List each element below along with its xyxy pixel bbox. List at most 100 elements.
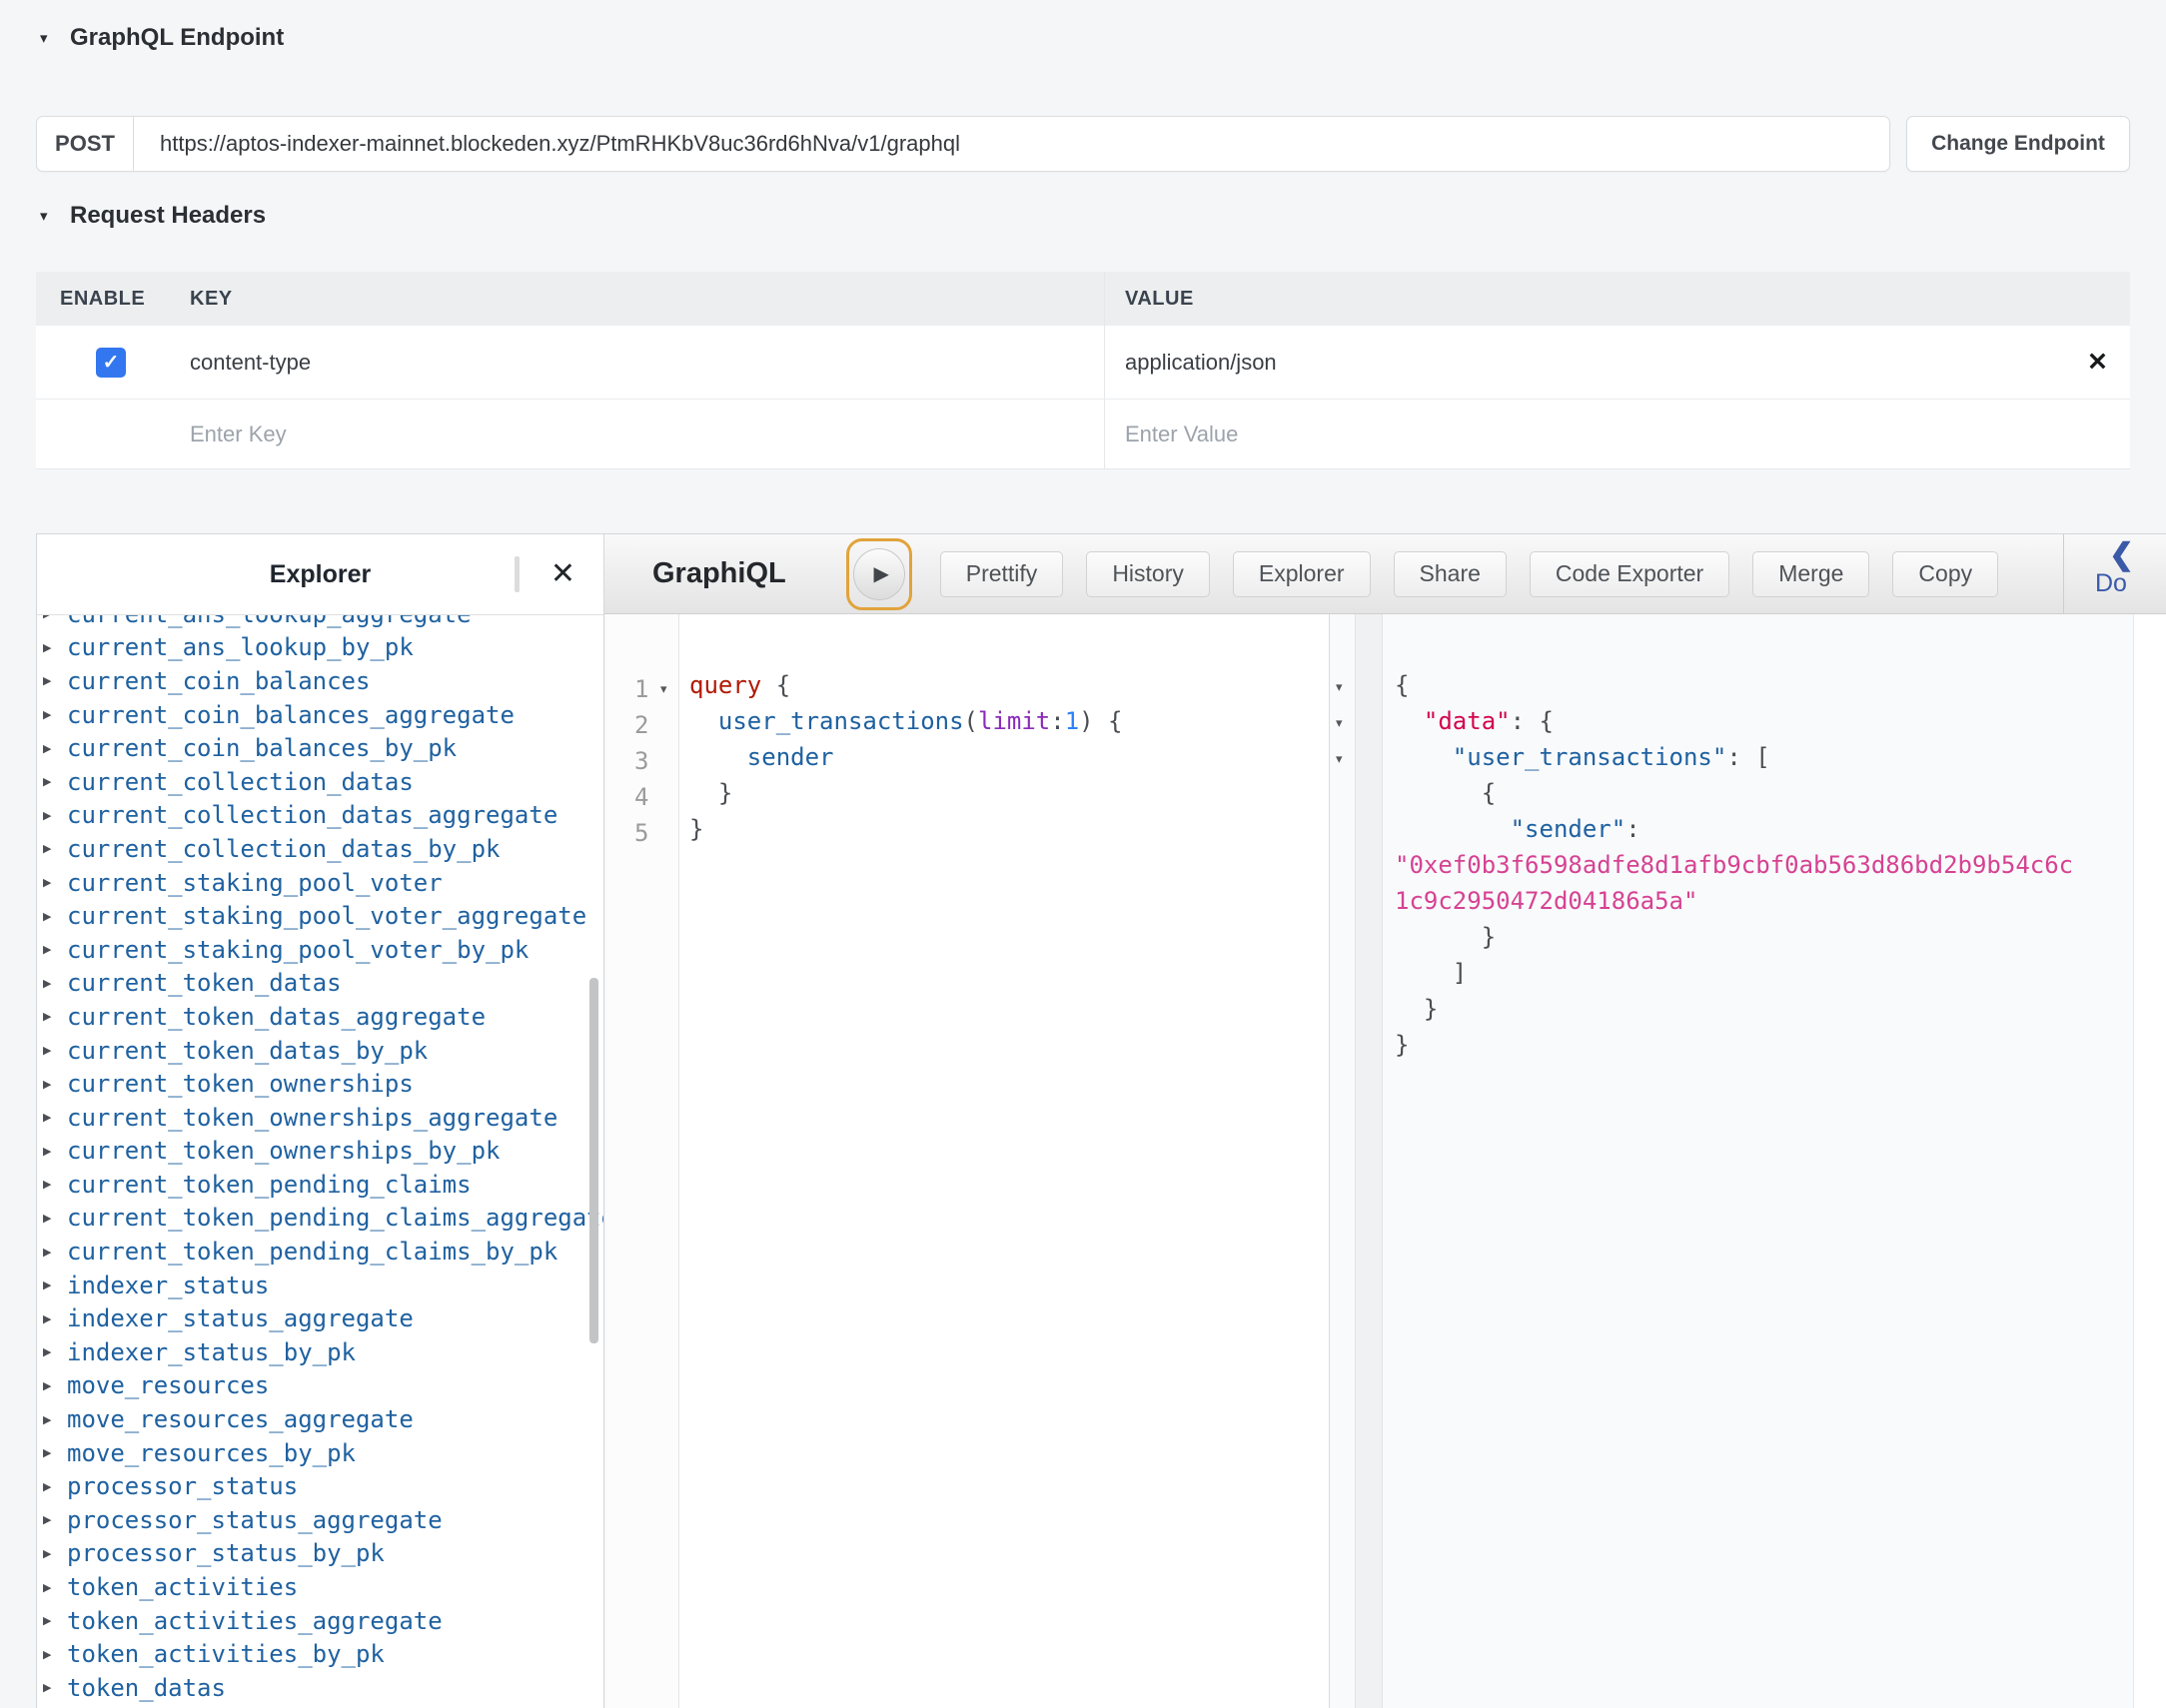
expand-arrow-icon[interactable]: ▶ <box>43 674 61 687</box>
expand-arrow-icon[interactable]: ▶ <box>43 1480 61 1493</box>
explorer-field[interactable]: ▶ indexer_status <box>37 1269 603 1302</box>
explorer-scrollbar[interactable] <box>589 978 598 1343</box>
expand-arrow-icon[interactable]: ▶ <box>43 1111 61 1124</box>
explorer-field[interactable]: ▶ token_activities_aggregate <box>37 1604 603 1638</box>
execute-query-button[interactable]: ▶ <box>846 538 912 610</box>
explorer-field[interactable]: ▶ current_coin_balances_by_pk <box>37 731 603 765</box>
explorer-field[interactable]: ▶ move_resources <box>37 1369 603 1403</box>
expand-arrow-icon[interactable]: ▶ <box>43 842 61 855</box>
expand-arrow-icon[interactable]: ▶ <box>43 775 61 788</box>
expand-arrow-icon[interactable]: ▶ <box>43 1413 61 1426</box>
enable-header-checkbox[interactable]: ✓ <box>96 348 126 378</box>
explorer-field[interactable]: ▶ current_token_datas_aggregate <box>37 1000 603 1034</box>
explorer-field[interactable]: ▶ move_resources_by_pk <box>37 1436 603 1470</box>
explorer-field[interactable]: ▶ current_coin_balances <box>37 664 603 698</box>
expand-arrow-icon[interactable]: ▶ <box>43 1279 61 1291</box>
query-editor[interactable]: 1 ▾ 2 3 4 5 query { user_transactions(li… <box>605 614 1329 1708</box>
endpoint-section-header: ▾ GraphQL Endpoint <box>40 24 284 52</box>
expand-arrow-icon[interactable]: ▶ <box>43 1044 61 1057</box>
expand-arrow-icon[interactable]: ▶ <box>43 742 61 755</box>
explorer-field[interactable]: ▶ current_ans_lookup_by_pk <box>37 631 603 665</box>
new-header-key-input[interactable]: Enter Key <box>190 400 1104 468</box>
endpoint-url-input[interactable]: https://aptos-indexer-mainnet.blockeden.… <box>134 117 1889 171</box>
explorer-field[interactable]: ▶ current_token_ownerships_aggregate <box>37 1101 603 1135</box>
expand-arrow-icon[interactable]: ▶ <box>43 1681 61 1694</box>
explorer-field[interactable]: ▶ token_datas <box>37 1671 603 1705</box>
explorer-field[interactable]: ▶ processor_status_by_pk <box>37 1537 603 1571</box>
fold-caret-icon[interactable]: ▾ <box>1336 680 1343 693</box>
explorer-field[interactable]: ▶ current_token_datas_by_pk <box>37 1034 603 1068</box>
expand-arrow-icon[interactable]: ▶ <box>43 1212 61 1225</box>
fold-caret-icon[interactable]: ▾ <box>1336 716 1343 729</box>
toolbar-button[interactable]: Prettify <box>940 551 1064 597</box>
expand-arrow-icon[interactable]: ▶ <box>43 809 61 822</box>
explorer-field[interactable]: ▶ current_token_datas <box>37 967 603 1001</box>
explorer-field[interactable]: ▶ current_collection_datas <box>37 765 603 799</box>
expand-arrow-icon[interactable]: ▶ <box>43 1010 61 1023</box>
fold-caret-icon[interactable]: ▾ <box>648 681 678 697</box>
explorer-field[interactable]: ▶ indexer_status_by_pk <box>37 1335 603 1369</box>
explorer-field[interactable]: ▶ token_activities <box>37 1570 603 1604</box>
request-headers-section-header: ▾ Request Headers <box>40 202 266 230</box>
expand-arrow-icon[interactable]: ▶ <box>43 1145 61 1158</box>
explorer-field[interactable]: ▶ move_resources_aggregate <box>37 1402 603 1436</box>
expand-arrow-icon[interactable]: ▶ <box>43 1547 61 1560</box>
change-endpoint-button[interactable]: Change Endpoint <box>1906 116 2130 172</box>
explorer-field[interactable]: ▶ current_token_ownerships <box>37 1067 603 1101</box>
collapse-caret-icon[interactable]: ▾ <box>40 29 70 47</box>
expand-arrow-icon[interactable]: ▶ <box>43 1345 61 1358</box>
toolbar-button[interactable]: Share <box>1394 551 1507 597</box>
explorer-field[interactable]: ▶ current_staking_pool_voter_by_pk <box>37 933 603 967</box>
expand-arrow-icon[interactable]: ▶ <box>43 615 61 620</box>
explorer-close-icon[interactable]: ✕ <box>550 559 575 589</box>
collapse-caret-icon[interactable]: ▾ <box>40 207 70 225</box>
header-value-input[interactable]: application/json <box>1125 350 1277 376</box>
expand-arrow-icon[interactable]: ▶ <box>43 1614 61 1627</box>
explorer-field[interactable]: ▶ current_token_pending_claims_aggregate <box>37 1202 603 1236</box>
explorer-field[interactable]: ▶ current_token_pending_claims <box>37 1168 603 1202</box>
expand-arrow-icon[interactable]: ▶ <box>43 1648 61 1661</box>
explorer-field[interactable]: ▶ processor_status <box>37 1469 603 1503</box>
explorer-field[interactable]: ▶ current_staking_pool_voter_aggregate <box>37 899 603 933</box>
expand-arrow-icon[interactable]: ▶ <box>43 1581 61 1594</box>
explorer-field[interactable]: ▶ current_collection_datas_aggregate <box>37 799 603 833</box>
query-code[interactable]: query { user_transactions(limit:1) { sen… <box>679 614 1329 1708</box>
explorer-field[interactable]: ▶ indexer_status_aggregate <box>37 1301 603 1335</box>
header-key-input[interactable]: content-type <box>190 326 1104 399</box>
docs-toggle[interactable]: ❮ Do <box>2091 538 2166 596</box>
expand-arrow-icon[interactable]: ▶ <box>43 977 61 990</box>
expand-arrow-icon[interactable]: ▶ <box>43 1446 61 1459</box>
fold-caret-icon[interactable]: ▾ <box>1336 752 1343 765</box>
explorer-field[interactable]: ▶ current_token_pending_claims_by_pk <box>37 1235 603 1269</box>
expand-arrow-icon[interactable]: ▶ <box>43 876 61 889</box>
explorer-field-clipped[interactable]: ▶ current_ans_lookup_aggregate <box>37 615 603 631</box>
explorer-field[interactable]: ▶ current_collection_datas_by_pk <box>37 832 603 866</box>
result-line: "sender": <box>1395 815 2133 851</box>
explorer-panel: Explorer ✕ ▶ current_ans_lookup_aggregat… <box>36 533 604 1708</box>
expand-arrow-icon[interactable]: ▶ <box>43 1246 61 1259</box>
toolbar-button[interactable]: Explorer <box>1233 551 1371 597</box>
results-scrollbar-track[interactable] <box>2133 614 2166 1708</box>
expand-arrow-icon[interactable]: ▶ <box>43 1379 61 1392</box>
expand-arrow-icon[interactable]: ▶ <box>43 708 61 721</box>
expand-arrow-icon[interactable]: ▶ <box>43 1178 61 1191</box>
execute-circle[interactable]: ▶ <box>853 548 905 600</box>
expand-arrow-icon[interactable]: ▶ <box>43 910 61 923</box>
expand-arrow-icon[interactable]: ▶ <box>43 1078 61 1091</box>
expand-arrow-icon[interactable]: ▶ <box>43 1312 61 1325</box>
toolbar-button[interactable]: Copy <box>1892 551 1998 597</box>
toolbar-button[interactable]: History <box>1086 551 1210 597</box>
explorer-field[interactable]: ▶ current_staking_pool_voter <box>37 866 603 900</box>
expand-arrow-icon[interactable]: ▶ <box>43 943 61 956</box>
new-header-value-input[interactable]: Enter Value <box>1104 400 2130 468</box>
expand-arrow-icon[interactable]: ▶ <box>43 1513 61 1526</box>
explorer-field[interactable]: ▶ processor_status_aggregate <box>37 1503 603 1537</box>
delete-header-icon[interactable]: ✕ <box>2087 350 2108 375</box>
explorer-field[interactable]: ▶ token_activities_by_pk <box>37 1637 603 1671</box>
toolbar-button[interactable]: Merge <box>1752 551 1869 597</box>
explorer-field[interactable]: ▶ current_coin_balances_aggregate <box>37 698 603 732</box>
expand-arrow-icon[interactable]: ▶ <box>43 641 61 654</box>
toolbar-button[interactable]: Code Exporter <box>1530 551 1729 597</box>
result-line: 1c9c2950472d04186a5a" <box>1395 887 2133 923</box>
explorer-field[interactable]: ▶ current_token_ownerships_by_pk <box>37 1135 603 1169</box>
